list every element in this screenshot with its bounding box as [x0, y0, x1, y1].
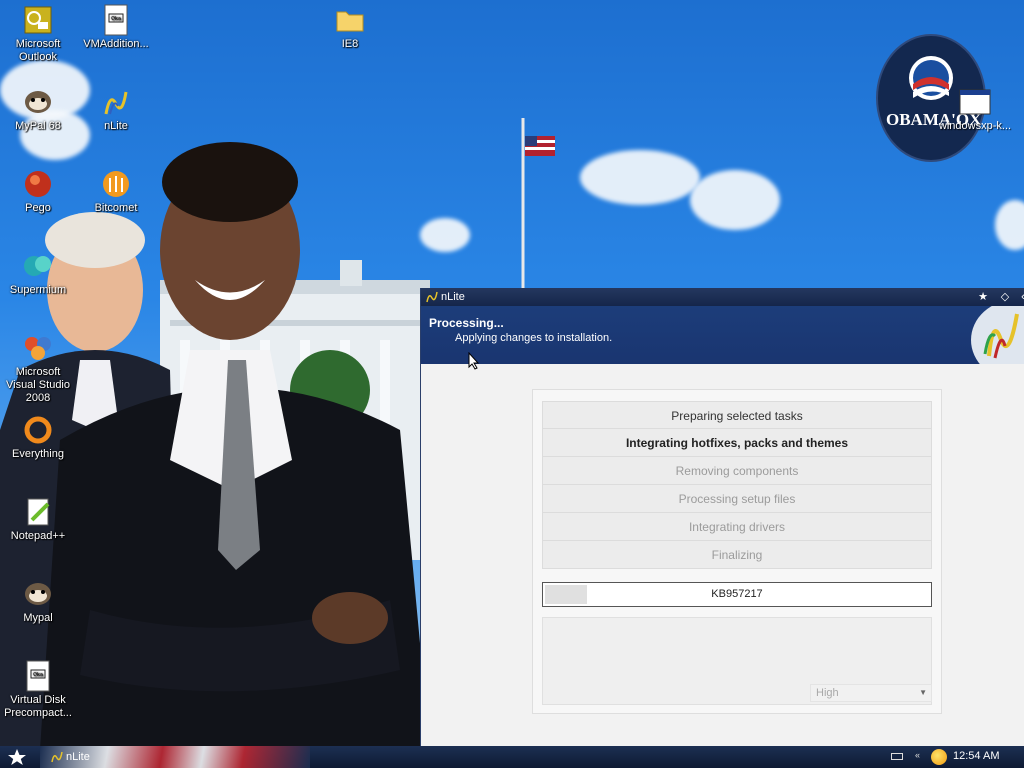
flagpole-image	[521, 118, 555, 288]
progress-label: KB957217	[711, 588, 763, 600]
taskbar: nLite « 12:54 AM	[0, 746, 1024, 768]
supermium-icon	[24, 256, 51, 276]
priority-select[interactable]: High ▼	[810, 684, 932, 702]
notepadpp-icon	[27, 498, 50, 526]
desktop-icon-visual-studio[interactable]: Microsoft Visual Studio 2008	[0, 332, 76, 405]
progress-bar: KB957217	[542, 582, 932, 607]
desktop-icon-nlite[interactable]: nLite	[78, 86, 154, 133]
keyboard-icon[interactable]	[891, 753, 903, 760]
task-item: Integrating drivers	[542, 513, 932, 541]
window-title: nLite	[441, 291, 465, 303]
desktop-icon-label: Supermium	[9, 284, 67, 296]
document-icon: Oka	[104, 4, 128, 36]
nlite-icon	[51, 751, 63, 763]
header-title: Processing...	[429, 316, 504, 330]
desktop-icon-label: Bitcomet	[94, 202, 138, 214]
svg-text:Oka: Oka	[111, 16, 121, 22]
desktop-icon-windowsxp[interactable]: windowsxp-k...	[930, 86, 1020, 132]
desktop-icon-label: Microsoft Outlook	[15, 38, 61, 63]
desktop-icon-label: Virtual Disk Precompact...	[4, 694, 72, 719]
taskbar-button-nlite[interactable]: nLite	[48, 748, 90, 766]
task-item: Removing components	[542, 457, 932, 485]
nlite-logo-icon	[971, 306, 1024, 364]
desktop-icon-ie8[interactable]: IE8	[312, 4, 388, 51]
folder-icon	[336, 11, 364, 32]
outlook-icon	[24, 6, 52, 34]
desktop-icon-vmadditions[interactable]: Oka VMAddition...	[78, 4, 154, 51]
nlite-window: nLite ★ ◇ ‹ Processing... Applying chang…	[420, 288, 1024, 746]
cloud	[690, 170, 780, 230]
task-list: Preparing selected tasks Integrating hot…	[542, 401, 932, 569]
document-icon: Oka	[26, 660, 50, 692]
desktop-icon-virtual-disk[interactable]: Oka Virtual Disk Precompact...	[0, 660, 76, 720]
desktop-icon-label: Notepad++	[10, 530, 66, 542]
desktop-icon-label: windowsxp-k...	[938, 120, 1012, 132]
chevron-down-icon: ▼	[919, 688, 927, 697]
desktop-icon-label: Microsoft Visual Studio 2008	[5, 366, 70, 404]
taskbar-clock[interactable]: 12:54 AM	[953, 750, 999, 762]
svg-text:Oka: Oka	[33, 672, 43, 678]
task-item: Integrating hotfixes, packs and themes	[542, 429, 932, 457]
processing-panel: Preparing selected tasks Integrating hot…	[532, 389, 942, 714]
desktop-icon-mypal[interactable]: Mypal	[0, 578, 76, 625]
desktop-icon-label: Pego	[25, 202, 51, 214]
task-item: Processing setup files	[542, 485, 932, 513]
cloud	[995, 200, 1024, 250]
nlite-icon	[104, 91, 128, 115]
wizard-header: Processing... Applying changes to instal…	[421, 306, 1024, 364]
priority-select-value: High	[816, 687, 839, 699]
desktop-icon-label: Mypal	[23, 612, 53, 624]
mypal-icon	[25, 91, 51, 113]
task-item: Finalizing	[542, 541, 932, 569]
restore-icon[interactable]: ◇	[997, 289, 1013, 305]
everything-icon	[24, 416, 52, 444]
bitcomet-icon	[103, 171, 129, 197]
task-item: Preparing selected tasks	[542, 401, 932, 429]
desktop-icon-label: MyPal 68	[15, 120, 61, 132]
wizard-body: Preparing selected tasks Integrating hot…	[421, 364, 1024, 746]
desktop-icon-label: VMAddition...	[83, 38, 149, 50]
desktop-icon-outlook[interactable]: Microsoft Outlook	[0, 4, 76, 64]
desktop-icon-label: IE8	[341, 38, 359, 50]
mouse-cursor-icon	[468, 352, 480, 370]
mypal-icon	[25, 583, 51, 605]
title-bar[interactable]: nLite ★ ◇ ‹	[421, 288, 1024, 306]
weather-sun-icon[interactable]	[931, 749, 947, 765]
desktop-icon-pego[interactable]: Pego	[0, 168, 76, 215]
log-area: High ▼	[542, 617, 932, 705]
star-icon[interactable]: ★	[975, 289, 991, 305]
visual-studio-icon	[25, 337, 51, 360]
close-icon[interactable]: ‹	[1015, 289, 1024, 305]
pego-icon	[25, 171, 51, 197]
desktop-icon-everything[interactable]: Everything	[0, 414, 76, 461]
nlite-icon	[426, 291, 438, 303]
desktop-icon-label: nLite	[104, 120, 128, 132]
desktop-icon-notepadpp[interactable]: Notepad++	[0, 496, 76, 543]
desktop-icon-supermium[interactable]: Supermium	[0, 250, 76, 297]
desktop-icon-mypal68[interactable]: MyPal 68	[0, 86, 76, 133]
desktop-icon-label: Everything	[12, 448, 64, 460]
desktop-icon-bitcomet[interactable]: Bitcomet	[78, 168, 154, 215]
header-subtitle: Applying changes to installation.	[455, 332, 613, 344]
window-icon	[959, 89, 991, 115]
start-button[interactable]	[4, 747, 30, 767]
system-tray: « 12:54 AM	[889, 746, 1024, 768]
taskbar-button-label: nLite	[66, 751, 90, 763]
cloud	[580, 150, 700, 205]
chevron-left-icon[interactable]: «	[915, 750, 920, 760]
